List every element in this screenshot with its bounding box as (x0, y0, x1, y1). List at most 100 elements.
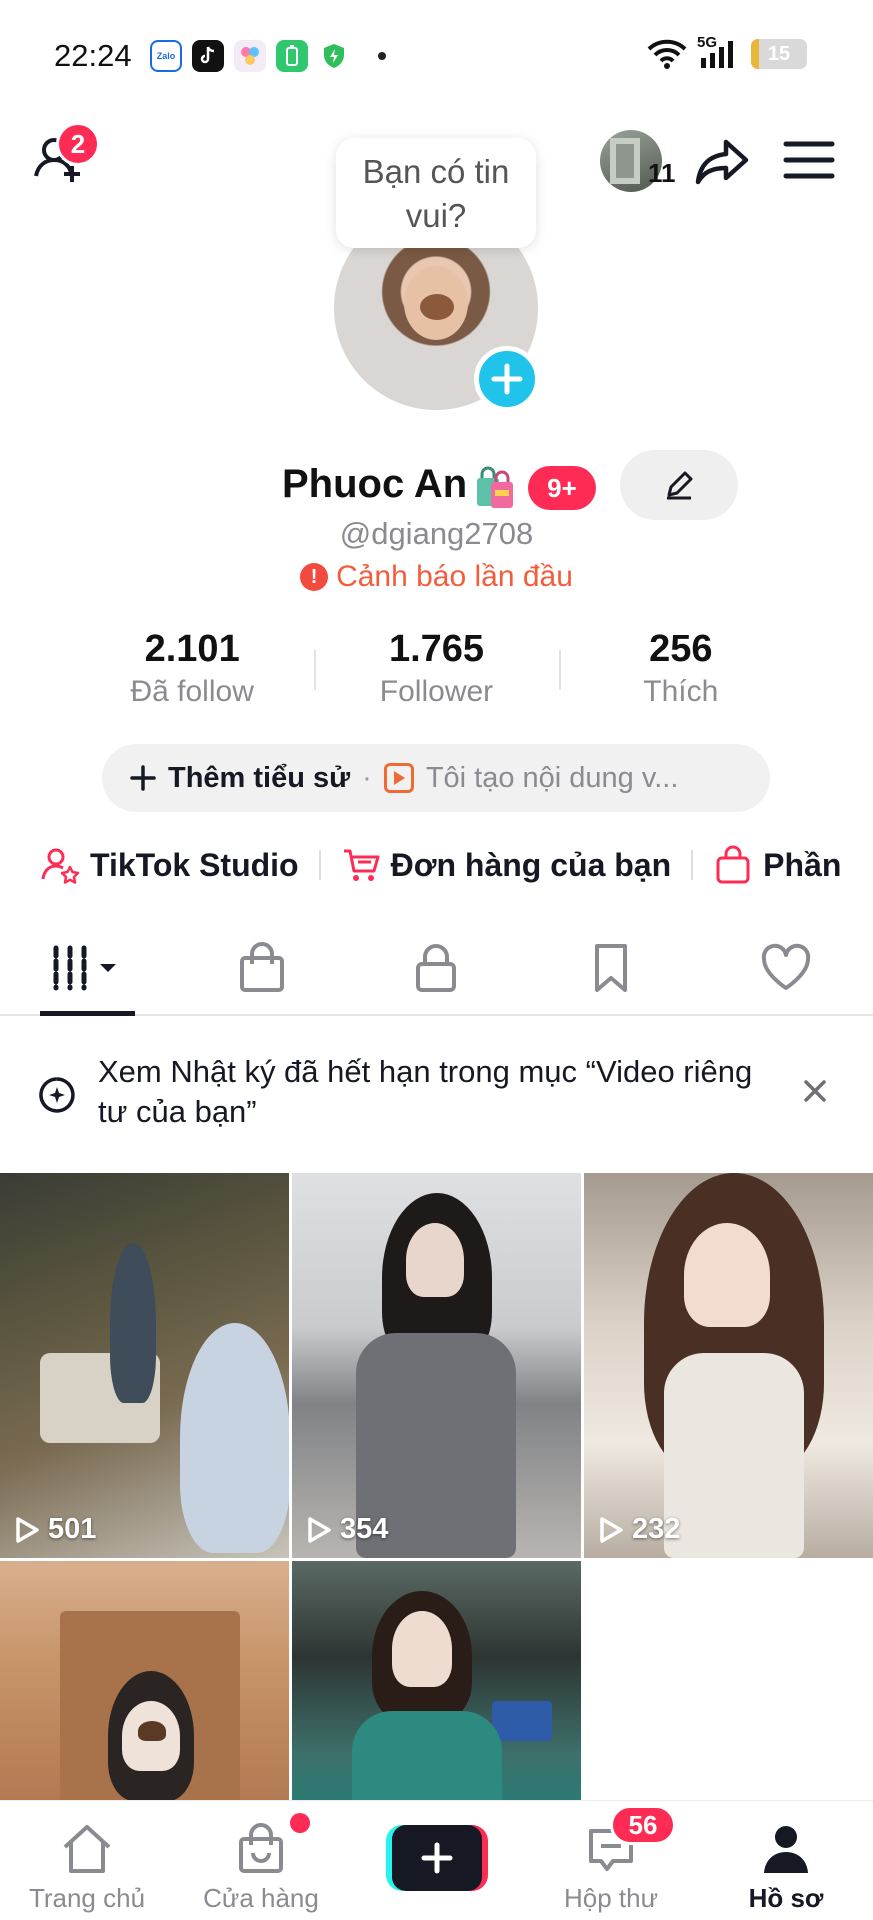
nav-home[interactable]: Trang chủ (0, 1801, 174, 1920)
tiktok-icon (192, 40, 224, 72)
status-time: 22:24 (54, 38, 132, 73)
notification-dot (378, 52, 386, 60)
nav-label: Hộp thư (563, 1883, 658, 1913)
nav-label: Trang chủ (28, 1883, 146, 1913)
video-thumbnail[interactable]: 354 (292, 1173, 581, 1558)
inbox-badge: 56 (610, 1805, 676, 1845)
name-row: Phuoc An 9+ (0, 450, 873, 520)
shortcut-label: Phần (763, 846, 842, 883)
battery-level: 15 (767, 42, 791, 65)
video-thumbnail[interactable]: 232 (584, 1173, 873, 1558)
edit-profile-button[interactable] (620, 450, 738, 520)
stat-value: 256 (649, 628, 713, 670)
shortcut-divider (318, 850, 321, 880)
stat-label: Đã follow (130, 675, 254, 708)
create-button[interactable] (386, 1825, 488, 1891)
plus-icon (130, 765, 156, 791)
add-bio-button[interactable]: Thêm tiểu sử (130, 762, 350, 795)
stat-following[interactable]: 2.101 Đã follow (70, 626, 314, 716)
status-right: 5G 15 (647, 34, 807, 70)
plus-icon (491, 363, 523, 395)
heart-icon (761, 943, 810, 990)
warning-icon: ! (300, 563, 329, 591)
shortcut-label: TikTok Studio (90, 846, 299, 883)
view-count: 501 (14, 1513, 96, 1546)
profile-stats: 2.101 Đã follow 1.765 Follower 256 Thích (70, 626, 803, 716)
profile-tabs (0, 930, 873, 1016)
expired-diary-notice[interactable]: Xem Nhật ký đã hết hạn trong mục “Video … (0, 1040, 873, 1144)
bio-bar[interactable]: Thêm tiểu sử · Tôi tạo nội dung v... (102, 744, 770, 812)
username: @dgiang2708 (339, 516, 534, 551)
battery-saver-icon (276, 40, 308, 72)
view-count-value: 232 (632, 1513, 681, 1545)
warning-text: Cảnh báo lần đầu (336, 560, 573, 593)
shortcut-shop[interactable]: Phần (713, 845, 841, 885)
nav-profile[interactable]: Hồ sơ (699, 1801, 873, 1920)
share-profile-button[interactable] (692, 132, 752, 192)
stat-value: 1.765 (388, 628, 485, 670)
bag-icon (239, 942, 284, 992)
person-star-icon (41, 848, 80, 884)
nav-label: Cửa hàng (203, 1883, 319, 1913)
stat-value: 2.101 (144, 628, 240, 670)
wifi-icon (647, 39, 687, 69)
profile-shortcuts: TikTok Studio Đơn hàng của bạn Phần (40, 840, 873, 890)
display-name: Phuoc An (282, 462, 468, 506)
play-icon (308, 1516, 331, 1543)
pencil-icon (667, 471, 693, 500)
tab-shop[interactable] (175, 930, 350, 1014)
shield-icon (318, 40, 350, 72)
stat-label: Follower (379, 675, 494, 708)
video-thumbnail[interactable] (292, 1561, 581, 1801)
nav-label: Hồ sơ (748, 1883, 824, 1913)
shortcut-tiktok-studio[interactable]: TikTok Studio (40, 845, 299, 885)
tab-private[interactable] (349, 930, 524, 1014)
battery-indicator: 15 (751, 39, 807, 69)
shortcut-divider (691, 850, 694, 880)
stat-likes[interactable]: 256 Thích (558, 626, 803, 716)
gallery-icon (234, 40, 266, 72)
nav-inbox[interactable]: Hộp thư 56 (524, 1801, 698, 1920)
shortcut-orders[interactable]: Đơn hàng của bạn (341, 845, 671, 885)
notification-badge[interactable]: 9+ (528, 466, 596, 510)
bio-separator: · (362, 761, 372, 794)
hamburger-icon (783, 141, 835, 179)
stat-followers[interactable]: 1.765 Follower (314, 626, 558, 716)
tab-saved[interactable] (524, 930, 699, 1014)
tab-videos[interactable] (0, 930, 175, 1016)
bottom-navigation: Trang chủ Cửa hàng Hộp thư 56 Hồ sơ (0, 1800, 873, 1920)
stat-label: Thích (643, 675, 719, 708)
video-thumbnail[interactable] (0, 1561, 289, 1801)
view-count: 354 (306, 1513, 388, 1546)
play-square-icon (383, 763, 414, 793)
account-warning[interactable]: ! Cảnh báo lần đầu (0, 560, 873, 594)
play-icon (16, 1516, 39, 1543)
bio-prompt: Tôi tạo nội dung v... (425, 761, 679, 794)
status-speech-bubble[interactable]: Bạn có tin vui? (336, 138, 536, 248)
grid-bars-icon (53, 945, 117, 991)
view-count-value: 501 (48, 1513, 97, 1545)
tab-liked[interactable] (698, 930, 873, 1014)
share-arrow-icon (695, 139, 749, 185)
video-thumbnail[interactable]: 501 (0, 1173, 289, 1558)
close-icon[interactable] (800, 1076, 830, 1106)
signal-icon: 5G (697, 34, 741, 70)
shop-bag-icon (239, 1823, 283, 1873)
play-icon (600, 1516, 623, 1543)
add-story-button[interactable] (474, 346, 540, 412)
home-icon (63, 1825, 111, 1873)
plus-icon (421, 1842, 453, 1874)
nav-shop[interactable]: Cửa hàng (174, 1801, 348, 1920)
shopping-bag-icon (716, 845, 750, 884)
shop-notification-dot (290, 1813, 310, 1833)
battery-fill (751, 39, 760, 69)
menu-button[interactable] (782, 136, 836, 184)
cart-icon (343, 849, 380, 881)
status-app-icons: Zalo (150, 40, 386, 72)
friend-request-badge: 2 (56, 122, 100, 166)
zalo-icon: Zalo (150, 40, 182, 72)
bookmark-icon (595, 944, 628, 992)
notice-text: Xem Nhật ký đã hết hạn trong mục “Video … (98, 1054, 753, 1129)
lock-icon (416, 944, 457, 992)
shopping-bag-emoji-icon (474, 462, 516, 510)
